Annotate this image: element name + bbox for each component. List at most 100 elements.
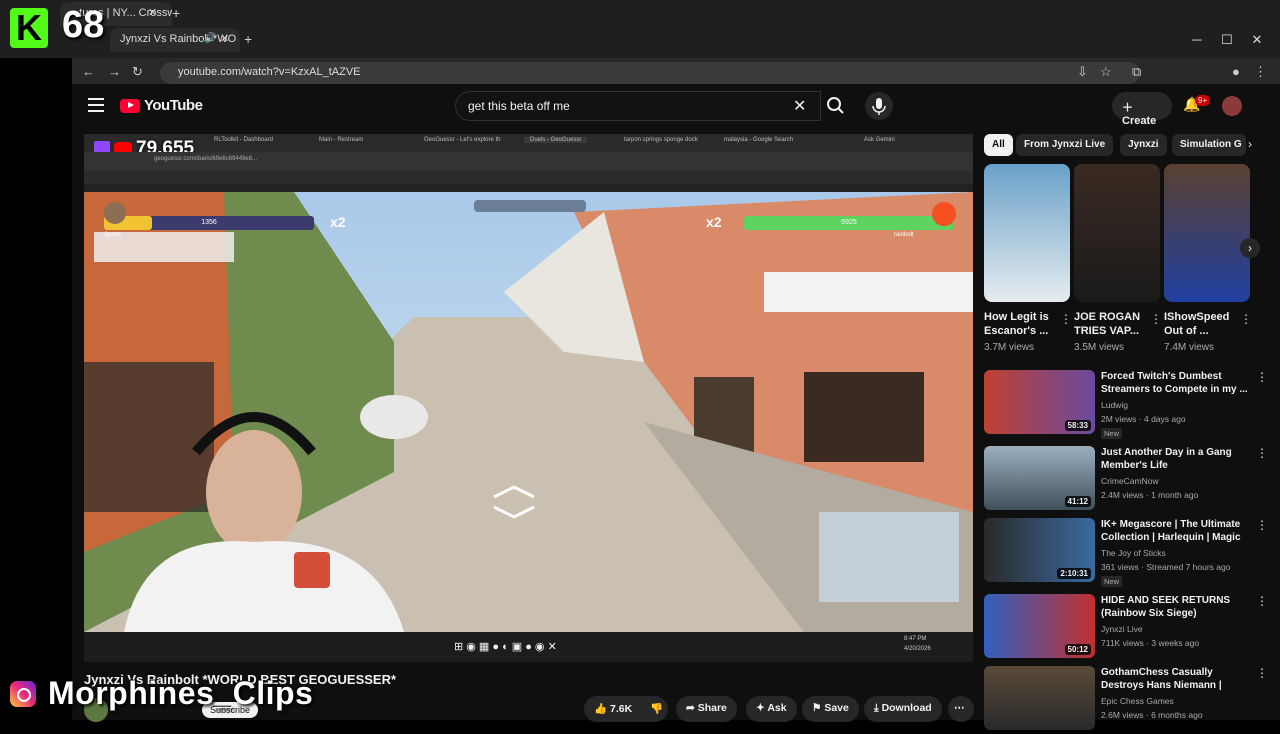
- minimize-button[interactable]: ─: [1182, 30, 1212, 50]
- account-avatar[interactable]: [1222, 96, 1242, 116]
- channel-name: The Joy of Sticks: [1101, 548, 1166, 558]
- player1-name: Jynxzi: [104, 232, 121, 238]
- player1-multiplier: x2: [330, 214, 346, 230]
- chip-jynxzi[interactable]: Jynxzi: [1120, 134, 1167, 156]
- share-icon: ➦: [686, 702, 698, 714]
- taskbar-icons: ⊞ ◉ ▦ ● ◐ ▣ ● ◉ ✕: [454, 641, 557, 653]
- short-thumbnail: [1164, 164, 1250, 302]
- player2-avatar: [932, 202, 956, 226]
- browser-menu-icon[interactable]: ⋮: [1254, 64, 1267, 80]
- recommendation-item[interactable]: 2:10:31 IK+ Megascore | The Ultimate Col…: [984, 518, 1274, 587]
- speaker-icon[interactable]: 🔊: [204, 33, 216, 44]
- video-meta: 2.4M views · 1 month ago: [1101, 490, 1199, 500]
- more-icon: ⋯: [954, 702, 965, 714]
- short-title: How Legit is Escanor's ...: [984, 311, 1049, 337]
- short-item[interactable]: IShowSpeed Out of ... 7.4M views ⋮: [1164, 164, 1252, 353]
- download-button[interactable]: ⤓ Download: [864, 696, 942, 722]
- hamburger-menu-icon[interactable]: [88, 98, 104, 112]
- video-meta: 2M views · 4 days ago: [1101, 414, 1186, 424]
- duration-badge: 41:12: [1064, 496, 1091, 507]
- recommendation-item[interactable]: GothamChess Casually Destroys Hans Niema…: [984, 666, 1274, 734]
- search-input[interactable]: get this beta off me: [455, 91, 821, 121]
- video-thumbnail: 50:12: [984, 594, 1095, 658]
- video-meta: 2.6M views · 6 months ago: [1101, 710, 1203, 720]
- create-label: Create: [1122, 115, 1157, 127]
- new-badge: New: [1101, 576, 1123, 587]
- channel-name: Ludwig: [1101, 400, 1128, 410]
- stream-bookmarks-bar: [84, 170, 973, 184]
- video-title: GothamChess Casually Destroys Hans Niema…: [1101, 667, 1222, 691]
- reload-icon[interactable]: ↻: [132, 64, 143, 80]
- player1-hp-bar: 1356: [104, 216, 314, 230]
- kebab-menu-icon[interactable]: ⋮: [1256, 370, 1268, 384]
- share-button[interactable]: ➦ Share: [676, 696, 737, 722]
- extensions-icon[interactable]: ⧉: [1132, 64, 1141, 80]
- search-button[interactable]: [821, 91, 849, 121]
- channel-name: CrimeCamNow: [1101, 476, 1159, 486]
- dislike-button[interactable]: 👎: [640, 696, 670, 722]
- ask-button[interactable]: ✦ Ask: [746, 696, 797, 722]
- streamer-face: [206, 430, 302, 554]
- address-bar[interactable]: youtube.com/watch?v=KzxAL_tAZVE: [160, 62, 1140, 84]
- like-count: 7.6K: [610, 703, 633, 715]
- chip-all[interactable]: All: [984, 134, 1013, 156]
- short-item[interactable]: JOE ROGAN TRIES VAP... 3.5M views ⋮: [1074, 164, 1162, 353]
- maximize-button[interactable]: ☐: [1212, 30, 1242, 50]
- kebab-menu-icon[interactable]: ⋮: [1256, 594, 1268, 608]
- kebab-menu-icon[interactable]: ⋮: [1256, 666, 1268, 680]
- close-icon[interactable]: ✕: [148, 6, 157, 19]
- street-view-scene: [84, 192, 973, 632]
- kebab-menu-icon[interactable]: ⋮: [1150, 312, 1162, 326]
- yt-header: YouTube get this beta off me ✕ ＋ Create …: [72, 84, 1280, 130]
- inner-url-text: geoguessr.com/duels/69e6c69449e8...: [154, 156, 258, 162]
- new-tab-icon[interactable]: +: [244, 31, 252, 47]
- recommendation-item[interactable]: 50:12 HIDE AND SEEK RETURNS (Rainbow Six…: [984, 594, 1274, 662]
- video-title: HIDE AND SEEK RETURNS (Rainbow Six Siege…: [1101, 595, 1231, 619]
- video-thumbnail: [984, 666, 1095, 730]
- duration-badge: 2:10:31: [1057, 568, 1091, 579]
- round-indicator: [474, 200, 586, 212]
- short-item[interactable]: How Legit is Escanor's ... 3.7M views ⋮: [984, 164, 1072, 353]
- kebab-menu-icon[interactable]: ⋮: [1240, 312, 1252, 326]
- video-player[interactable]: RLToolkit - Dashboard Main - Restream Ge…: [84, 134, 973, 662]
- kebab-menu-icon[interactable]: ⋮: [1256, 518, 1268, 532]
- back-icon[interactable]: ←: [82, 64, 95, 79]
- download-icon: ⤓: [874, 702, 882, 714]
- chip-simulation[interactable]: Simulation G: [1172, 134, 1246, 156]
- recommendation-item[interactable]: 41:12 Just Another Day in a Gang Member'…: [984, 446, 1274, 514]
- chip-from-jynxzi-live[interactable]: From Jynxzi Live: [1016, 134, 1114, 156]
- youtube-play-icon: [120, 98, 140, 113]
- recommendation-item[interactable]: 58:33 Forced Twitch's Dumbest Streamers …: [984, 370, 1274, 439]
- plus-icon: ＋: [1122, 102, 1133, 114]
- shorts-next-button[interactable]: ›: [1240, 238, 1260, 258]
- chevron-right-icon[interactable]: ›: [1248, 137, 1252, 151]
- instagram-icon: [10, 681, 36, 707]
- close-icon[interactable]: ✕: [220, 32, 229, 45]
- create-button[interactable]: ＋ Create: [1112, 92, 1172, 127]
- right-window: [804, 372, 924, 462]
- kebab-menu-icon[interactable]: ⋮: [1060, 312, 1072, 326]
- instagram-handle: Morphines_Clips: [48, 675, 314, 711]
- save-button[interactable]: ⚑ Save: [802, 696, 859, 722]
- player2-hp: 5925: [841, 219, 857, 226]
- clear-search-icon[interactable]: ✕: [793, 96, 806, 116]
- player2-hp-bar: 5925: [744, 216, 954, 230]
- youtube-logo[interactable]: YouTube: [120, 97, 203, 114]
- profile-avatar-icon[interactable]: ●: [1232, 64, 1240, 79]
- new-tab-icon[interactable]: +: [172, 5, 180, 21]
- right-balcony: [764, 272, 973, 312]
- kebab-menu-icon[interactable]: ⋮: [1256, 446, 1268, 460]
- minimap[interactable]: [819, 512, 959, 602]
- kick-viewer-count: 68: [62, 4, 105, 46]
- channel-name: Jynxzi Live: [1101, 624, 1143, 634]
- taskbar-time: 8:47 PM: [904, 636, 927, 642]
- inner-tab: RLToolkit - Dashboard: [214, 137, 273, 143]
- short-title: JOE ROGAN TRIES VAP...: [1074, 311, 1141, 337]
- forward-icon[interactable]: →: [108, 64, 121, 79]
- stream-browser-tabs: RLToolkit - Dashboard Main - Restream Ge…: [84, 134, 973, 152]
- close-window-button[interactable]: ✕: [1242, 30, 1272, 50]
- voice-search-button[interactable]: [865, 92, 893, 120]
- more-actions-button[interactable]: ⋯: [948, 696, 974, 722]
- install-icon[interactable]: ⇩: [1077, 64, 1088, 80]
- bookmark-star-icon[interactable]: ☆: [1100, 64, 1112, 80]
